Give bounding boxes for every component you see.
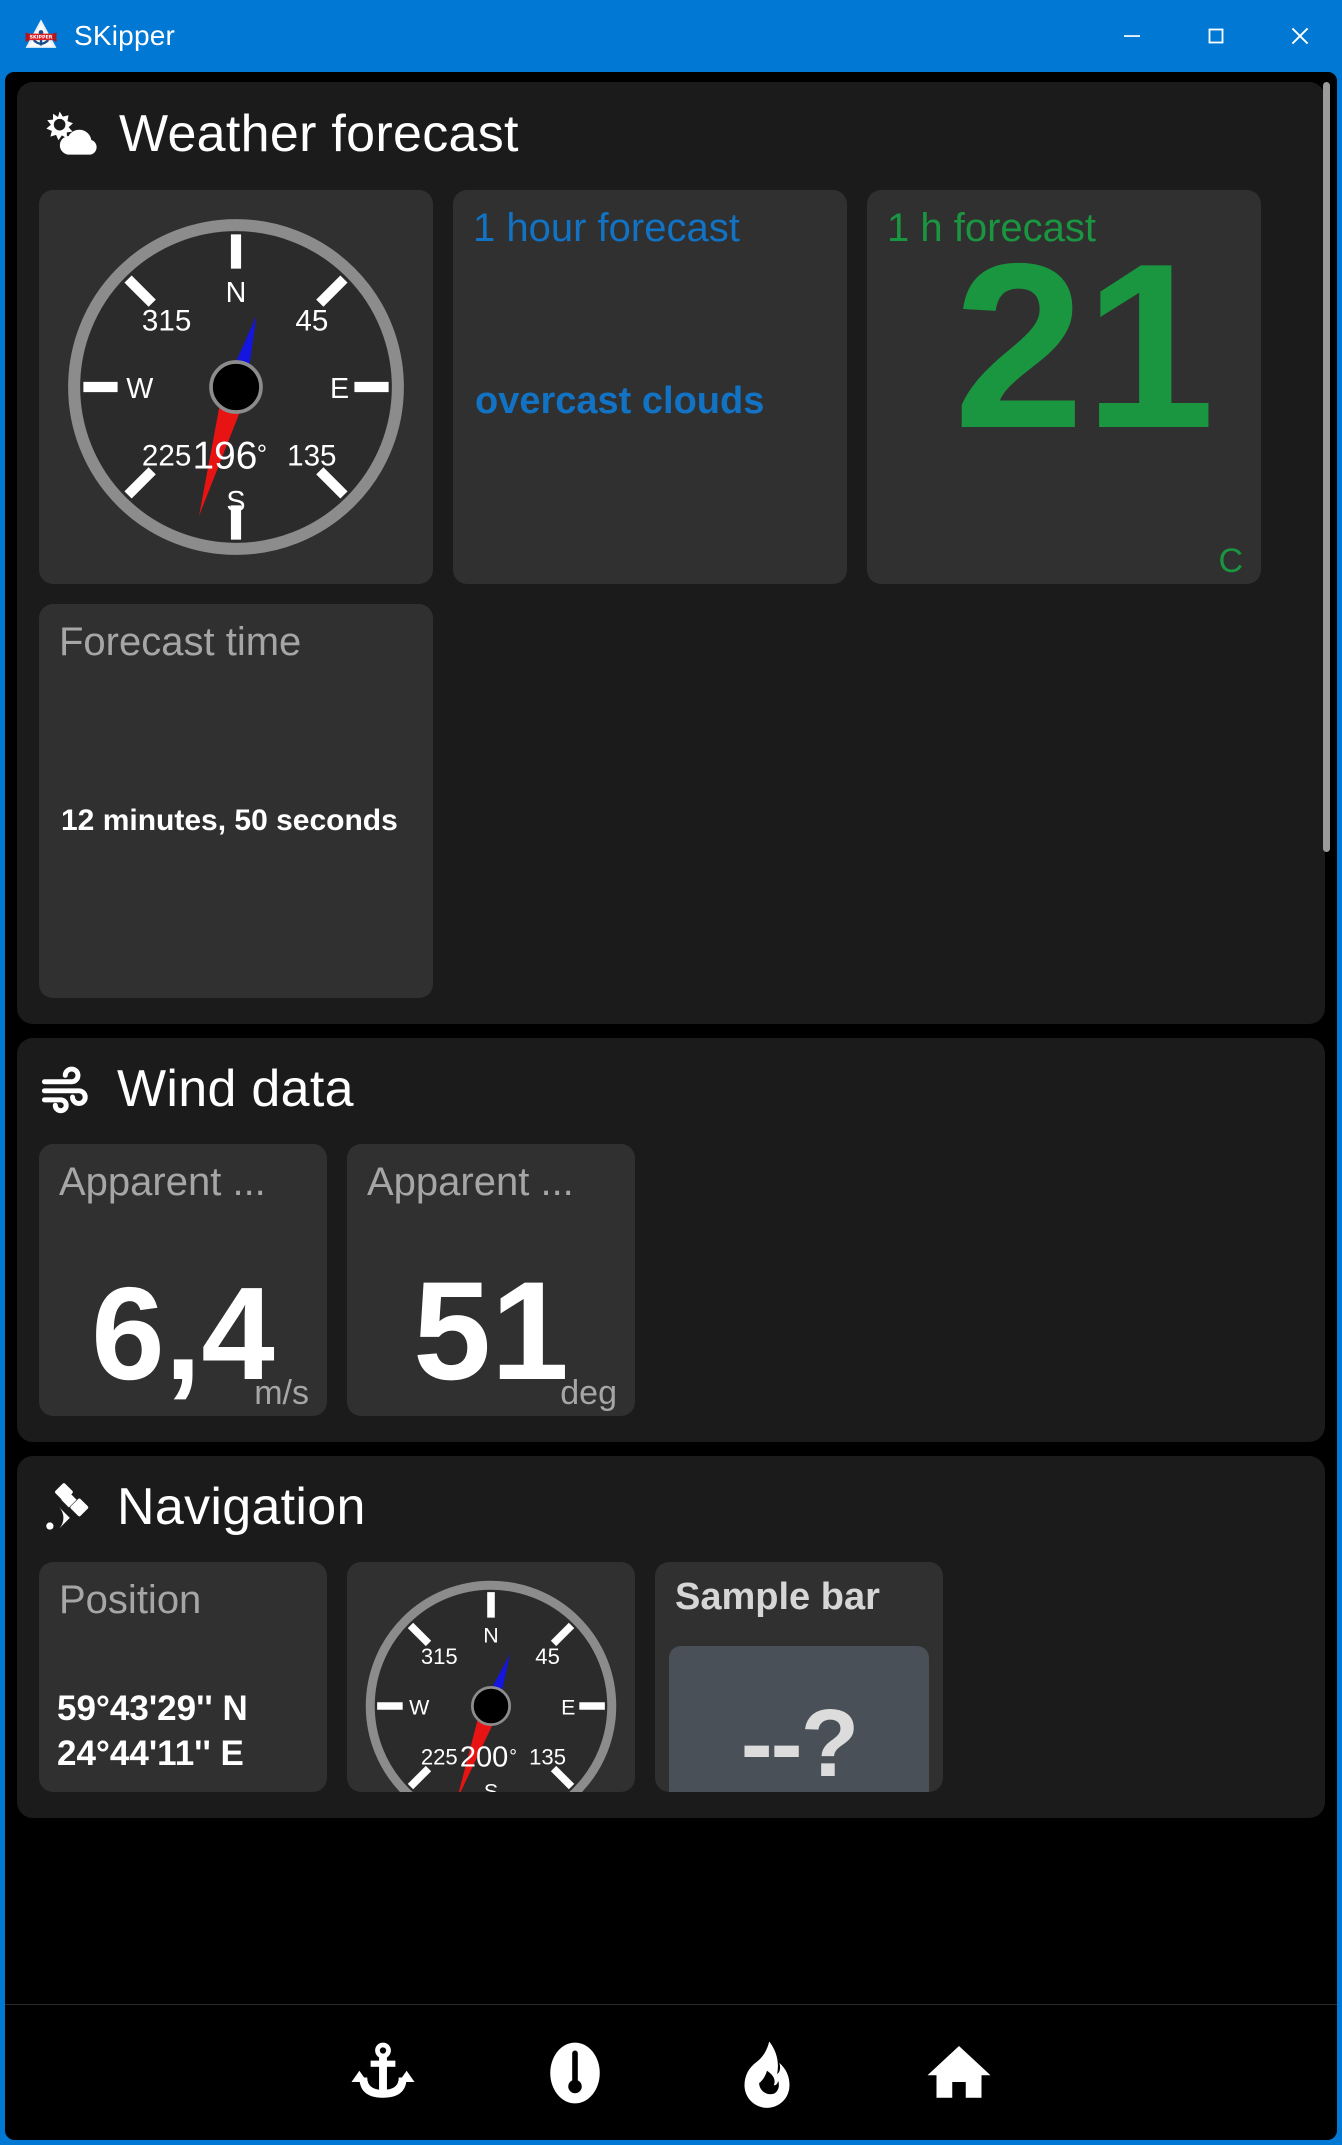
nav-button-home[interactable] [918,2032,1000,2114]
svg-text:SKIPPER: SKIPPER [30,35,53,41]
weather-compass-card[interactable]: N E S W 45 135 225 315 196 ° [39,190,433,584]
section-wind-data: Wind data Apparent ... 6,4 m/s Apparent … [17,1038,1325,1442]
section-navigation: Navigation Position 59°43'29'' N 24°44'1… [17,1456,1325,1818]
nav-compass-label-w: W [409,1695,430,1719]
wind-speed-label: Apparent ... [59,1160,266,1204]
window-controls [1090,0,1342,72]
skipper-anchor-logo-icon: SKIPPER [25,19,57,48]
wind-speed-card[interactable]: Apparent ... 6,4 m/s [39,1144,327,1416]
compass-tick-45: 45 [295,305,328,338]
navigation-card-row: Position 59°43'29'' N 24°44'11'' E N E S… [39,1562,1303,1792]
position-value: 59°43'29'' N 24°44'11'' E [57,1687,248,1777]
sun-cloud-icon [46,111,97,155]
gauge-icon [550,2042,600,2103]
position-latitude: 59°43'29'' N [57,1689,248,1728]
forecast-time-card[interactable]: Forecast time 12 minutes, 50 seconds [39,604,433,998]
compass-label-s: S [226,486,245,518]
section-weather-forecast: Weather forecast N E S W 45 135 225 315 … [17,82,1325,1024]
title-bar-left: SKIPPER SKipper [0,17,1090,55]
weather-section-header: Weather forecast [39,104,1303,164]
minimize-icon [1124,35,1140,37]
weather-compass: N E S W 45 135 225 315 196 ° [39,190,433,584]
window-title: SKipper [74,20,176,51]
close-icon [1291,27,1309,45]
position-label: Position [59,1578,202,1622]
wind-speed-unit: m/s [254,1374,309,1412]
sample-bar-panel: --? [669,1646,929,1792]
nav-compass-degree-symbol: ° [509,1747,517,1768]
navigation-section-header: Navigation [39,1478,1303,1536]
nav-button-anchor[interactable] [342,2032,424,2114]
compass-dial-icon: N E S W 45 135 225 315 196 ° [68,219,404,555]
satellite-icon [46,1483,89,1530]
nav-button-gauge[interactable] [534,2032,616,2114]
wind-section-header: Wind data [39,1060,1303,1118]
nav-compass-label-n: N [483,1624,498,1648]
compass-label-e: E [330,373,349,405]
sample-bar-label: Sample bar [675,1576,880,1618]
home-icon [927,2045,991,2100]
maximize-icon [1208,28,1224,44]
forecast-condition-label: 1 hour forecast [473,206,740,250]
forecast-condition-value: overcast clouds [475,380,765,422]
anchor-icon [351,2042,415,2098]
nav-compass-label-e: E [561,1695,575,1719]
navigation-section-title: Navigation [117,1477,366,1536]
forecast-temperature-unit: C [1218,542,1243,580]
nav-compass-heading-value: 200 [460,1742,508,1774]
nav-compass-tick-315: 315 [421,1644,458,1669]
window-body: Weather forecast N E S W 45 135 225 315 … [5,72,1337,2140]
wind-card-row: Apparent ... 6,4 m/s Apparent ... 51 deg [39,1144,1303,1416]
position-longitude: 24°44'11'' E [57,1733,244,1773]
minimize-button[interactable] [1090,0,1174,72]
nav-compass-tick-45: 45 [535,1644,560,1669]
forecast-time-value: 12 minutes, 50 seconds [61,804,398,837]
bottom-navigation-bar [5,2004,1337,2140]
close-button[interactable] [1258,0,1342,72]
navigation-compass-card[interactable]: N E S W 45 135 225 315 200 ° [347,1562,635,1792]
wind-angle-card[interactable]: Apparent ... 51 deg [347,1144,635,1416]
nav-compass-dial-icon: N E S W 45 135 225 315 200 ° [365,1580,617,1792]
weather-card-row: N E S W 45 135 225 315 196 ° 1 hour fore… [39,190,1303,584]
compass-heading-value: 196 [192,434,257,477]
wind-angle-unit: deg [560,1374,617,1412]
sample-bar-card[interactable]: Sample bar --? [655,1562,943,1792]
compass-label-w: W [126,373,153,405]
nav-compass-tick-135: 135 [529,1745,566,1770]
wind-angle-label: Apparent ... [367,1160,574,1204]
app-window: SKIPPER SKipper Weather forecast N E S W… [0,0,1342,2145]
sample-bar-value: --? [740,1690,860,1792]
forecast-temperature-card[interactable]: 1 h forecast 21 C [867,190,1261,584]
scrollbar-thumb[interactable] [1323,82,1330,852]
weather-card-row-2: Forecast time 12 minutes, 50 seconds [39,604,1303,998]
weather-section-title: Weather forecast [119,104,519,163]
compass-label-n: N [226,277,247,309]
title-bar: SKIPPER SKipper [0,0,1342,72]
wind-section-title: Wind data [117,1059,354,1118]
scroll-area[interactable]: Weather forecast N E S W 45 135 225 315 … [5,72,1337,2004]
nav-compass-label-s: S [484,1779,498,1792]
compass-tick-135: 135 [287,440,336,473]
compass-tick-315: 315 [142,305,191,338]
navigation-compass: N E S W 45 135 225 315 200 ° [347,1562,635,1792]
flame-icon [744,2041,790,2108]
scrollbar-track[interactable] [1322,82,1331,2004]
forecast-temperature-value: 21 [953,214,1215,477]
nav-compass-tick-225: 225 [421,1745,458,1770]
forecast-condition-card[interactable]: 1 hour forecast overcast clouds [453,190,847,584]
wind-icon [41,1066,88,1114]
forecast-time-label: Forecast time [59,620,302,664]
compass-degree-symbol: ° [257,441,267,469]
maximize-button[interactable] [1174,0,1258,72]
position-card[interactable]: Position 59°43'29'' N 24°44'11'' E [39,1562,327,1792]
compass-tick-225: 225 [142,440,191,473]
nav-button-flame[interactable] [726,2032,808,2114]
